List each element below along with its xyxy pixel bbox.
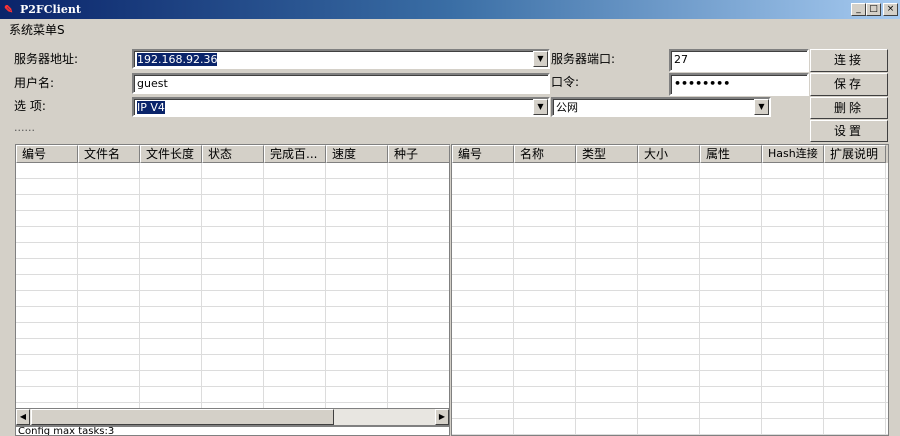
user-label: 用户名:: [14, 76, 55, 90]
resource-list-header: 编号 名称 类型 大小 属性 Hash连接 扩展说明: [452, 145, 888, 163]
window-title: P2FClient: [20, 3, 81, 16]
maximize-button[interactable]: □: [866, 3, 881, 16]
column-header[interactable]: 编号: [452, 145, 514, 163]
horizontal-scrollbar[interactable]: ◀ ▶: [16, 408, 449, 425]
option-combo[interactable]: IP V4 ▼: [132, 97, 550, 117]
minimize-button[interactable]: _: [851, 3, 866, 16]
column-header[interactable]: 状态: [202, 145, 264, 163]
column-header[interactable]: 完成百...: [264, 145, 326, 163]
column-header[interactable]: 名称: [514, 145, 576, 163]
port-input[interactable]: 27: [669, 49, 809, 72]
menu-system[interactable]: 系统菜单S: [9, 21, 65, 38]
column-header[interactable]: 种子: [388, 145, 450, 163]
chevron-down-icon[interactable]: ▼: [533, 99, 548, 115]
connect-button[interactable]: 连接: [810, 49, 888, 72]
title-bar: ✎ P2FClient: [0, 0, 900, 19]
settings-button[interactable]: 设置: [810, 120, 888, 142]
option-label: 选 项:: [14, 99, 46, 113]
scroll-left-button[interactable]: ◀: [16, 409, 30, 425]
password-label: 口令:: [551, 75, 580, 89]
chevron-down-icon[interactable]: ▼: [754, 99, 769, 115]
column-header[interactable]: 属性: [700, 145, 762, 163]
server-address-combo[interactable]: 192.168.92.36 ▼: [132, 49, 550, 69]
save-button[interactable]: 保存: [810, 73, 888, 96]
column-header[interactable]: 文件长度: [140, 145, 202, 163]
column-header[interactable]: 类型: [576, 145, 638, 163]
scroll-right-button[interactable]: ▶: [435, 409, 449, 425]
app-icon: ✎: [4, 3, 14, 16]
port-label: 服务器端口:: [551, 52, 616, 66]
option-value: IP V4: [137, 101, 165, 114]
delete-button[interactable]: 删除: [810, 97, 888, 119]
column-header[interactable]: 速度: [326, 145, 388, 163]
task-list-header: 编号 文件名 文件长度 状态 完成百... 速度 种子: [16, 145, 450, 163]
column-header[interactable]: Hash连接: [762, 145, 824, 163]
ellipsis-text: ......: [14, 121, 35, 134]
chevron-down-icon[interactable]: ▼: [533, 51, 548, 67]
network-combo[interactable]: 公网 ▼: [551, 97, 771, 117]
server-label: 服务器地址:: [14, 52, 79, 66]
column-header[interactable]: 编号: [16, 145, 78, 163]
server-address-value: 192.168.92.36: [137, 53, 218, 66]
column-header[interactable]: 扩展说明: [824, 145, 886, 163]
username-input[interactable]: guest: [132, 73, 550, 94]
scroll-thumb[interactable]: [31, 409, 334, 425]
status-text: Config max tasks:3: [15, 426, 450, 436]
password-input[interactable]: ••••••••: [669, 73, 809, 96]
network-value: 公网: [556, 101, 578, 114]
column-header[interactable]: 文件名: [78, 145, 140, 163]
resource-list[interactable]: 编号 名称 类型 大小 属性 Hash连接 扩展说明: [451, 144, 889, 436]
close-button[interactable]: ×: [883, 3, 898, 16]
task-list[interactable]: 编号 文件名 文件长度 状态 完成百... 速度 种子 ◀ ▶: [15, 144, 450, 426]
column-header[interactable]: 大小: [638, 145, 700, 163]
